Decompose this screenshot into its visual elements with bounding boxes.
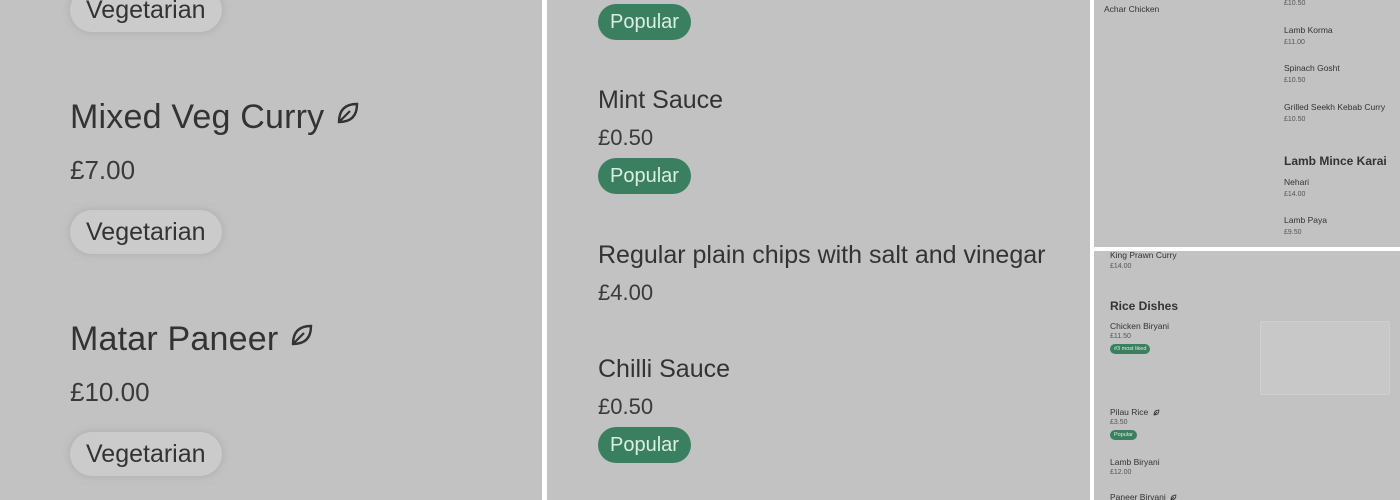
menu-item-lamb-korma[interactable]: Lamb Korma bbox=[1284, 25, 1333, 35]
vegetarian-tag: Vegetarian bbox=[70, 0, 222, 32]
menu-item-lamb-biryani[interactable]: Lamb Biryani bbox=[1110, 457, 1160, 467]
leaf-icon bbox=[289, 322, 315, 348]
menu-item-chicken-biryani[interactable]: Chicken Biryani bbox=[1110, 321, 1169, 331]
section-heading: Lamb Mince Karai bbox=[1284, 154, 1387, 168]
item-price: £0.50 bbox=[598, 394, 654, 419]
item-title: Pilau Rice bbox=[1110, 407, 1149, 417]
item-price: £10.50 bbox=[1284, 0, 1306, 7]
item-price: £10.00 bbox=[70, 377, 150, 407]
vegetarian-tag: Vegetarian bbox=[70, 210, 222, 254]
menu-item-mint-sauce[interactable]: Mint Sauce bbox=[598, 86, 723, 115]
item-price: £14.00 bbox=[1284, 191, 1306, 198]
item-price: £9.50 bbox=[1284, 229, 1302, 236]
menu-item-paneer-biryani[interactable]: Paneer Biryani bbox=[1110, 492, 1177, 500]
popular-badge: Popular bbox=[598, 158, 691, 194]
menu-panel-lamb: Achar Chicken £10.50 Lamb Korma £11.00 S… bbox=[1094, 0, 1400, 247]
item-image-placeholder[interactable] bbox=[1260, 321, 1390, 395]
item-price: £12.00 bbox=[1110, 469, 1132, 476]
menu-item-grilled-seekh-kebab-curry[interactable]: Grilled Seekh Kebab Curry bbox=[1284, 102, 1385, 112]
item-title: Matar Paneer bbox=[70, 320, 279, 358]
menu-item-plain-chips[interactable]: Regular plain chips with salt and vinega… bbox=[598, 241, 1045, 270]
menu-panel-vegetarian: Vegetarian Mixed Veg Curry £7.00 Vegetar… bbox=[0, 0, 542, 500]
leaf-icon bbox=[335, 100, 361, 126]
section-heading: Rice Dishes bbox=[1110, 299, 1179, 313]
popular-badge: Popular bbox=[598, 4, 691, 40]
item-price: £4.00 bbox=[598, 280, 654, 305]
menu-item-achar-chicken[interactable]: Achar Chicken bbox=[1104, 4, 1159, 14]
vegetarian-tag: Vegetarian bbox=[70, 432, 222, 476]
item-price: £11.50 bbox=[1110, 333, 1131, 340]
item-price: £0.50 bbox=[598, 125, 654, 150]
menu-item-pilau-rice[interactable]: Pilau Rice bbox=[1110, 407, 1160, 418]
menu-item-matar-paneer[interactable]: Matar Paneer bbox=[70, 320, 315, 359]
menu-item-spinach-gosht[interactable]: Spinach Gosht bbox=[1284, 63, 1340, 73]
menu-panel-sides: Popular Mint Sauce £0.50 Popular Regular… bbox=[547, 0, 1090, 500]
popular-badge: Popular bbox=[1110, 430, 1137, 440]
item-price: £14.00 bbox=[1110, 263, 1132, 270]
popular-badge: Popular bbox=[598, 427, 691, 463]
item-price: £11.00 bbox=[1284, 39, 1305, 46]
menu-item-mixed-veg-curry[interactable]: Mixed Veg Curry bbox=[70, 98, 361, 137]
menu-panel-rice: King Prawn Curry £14.00 Rice Dishes Chic… bbox=[1094, 251, 1400, 500]
leaf-icon bbox=[1153, 408, 1160, 418]
leaf-icon bbox=[1170, 493, 1177, 500]
item-price: £3.50 bbox=[1110, 419, 1128, 426]
most-liked-badge: #3 most liked bbox=[1110, 344, 1151, 354]
item-price: £7.00 bbox=[70, 155, 136, 185]
item-title: Mixed Veg Curry bbox=[70, 98, 325, 136]
menu-item-king-prawn-curry[interactable]: King Prawn Curry bbox=[1110, 251, 1177, 260]
menu-item-lamb-paya[interactable]: Lamb Paya bbox=[1284, 215, 1327, 225]
item-price: £10.50 bbox=[1284, 77, 1306, 84]
item-price: £10.50 bbox=[1284, 116, 1306, 123]
item-title: Paneer Biryani bbox=[1110, 492, 1166, 500]
menu-item-nehari[interactable]: Nehari bbox=[1284, 177, 1309, 187]
menu-item-chilli-sauce[interactable]: Chilli Sauce bbox=[598, 355, 730, 384]
